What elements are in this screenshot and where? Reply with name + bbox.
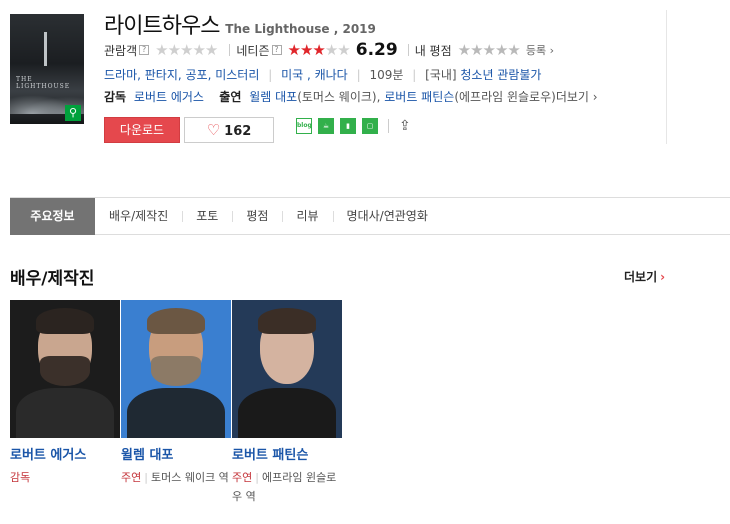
share-bar: blog ☕ ▮ ▢ ⇪ [296, 118, 411, 134]
help-icon[interactable]: ? [139, 45, 150, 55]
help-icon[interactable]: ? [271, 45, 282, 55]
title-row: 라이트하우스 The Lighthouse , 2019 [104, 8, 376, 40]
section-title: 배우/제작진 [10, 269, 95, 289]
person-photo[interactable] [10, 300, 120, 438]
photo-figure [258, 308, 316, 334]
person-name[interactable]: 윌렘 대포 [121, 444, 231, 463]
photo-figure [36, 308, 94, 334]
memo-icon[interactable]: ▢ [362, 118, 378, 134]
photo-figure [147, 308, 205, 334]
download-button[interactable]: 다운로드 [104, 117, 180, 143]
role-type: 감독 [10, 471, 31, 484]
register-rating-link[interactable]: 등록 › [526, 42, 554, 58]
divider: | [144, 471, 148, 484]
chevron-right-icon: › [660, 270, 666, 284]
audience-stars: ★★★★★ [155, 41, 218, 59]
section-more-label: 더보기 [624, 270, 658, 284]
director-link[interactable]: 로버트 에거스 [134, 90, 204, 104]
ratings-row: 관람객 ? ★★★★★ 네티즌 ? ★★★★★ 6.29 내 평점 ★★★★★ … [104, 40, 554, 60]
netizen-score: 6.29 [355, 40, 398, 60]
cast-role-1: (토머스 웨이크), [297, 90, 381, 104]
bookmark-icon[interactable]: ▮ [340, 118, 356, 134]
director-label: 감독 [104, 90, 127, 104]
audience-label: 관람객 [104, 43, 138, 58]
divider [388, 119, 389, 133]
tab-cast-crew[interactable]: 배우/제작진 [95, 198, 182, 235]
tab-ratings[interactable]: 평점 [232, 198, 282, 235]
blog-icon[interactable]: blog [296, 118, 312, 134]
netizen-stars: ★★★★★ [287, 41, 351, 59]
my-rating-stars[interactable]: ★★★★★ [458, 43, 521, 58]
photo-figure [238, 388, 336, 438]
divider: | [255, 471, 259, 484]
share-icon[interactable]: ⇪ [399, 118, 411, 134]
person-photo[interactable] [121, 300, 231, 438]
person-role: 주연 | 에프라임 윈슬로우 역 [232, 468, 342, 506]
divider: | [356, 68, 361, 82]
cast-link-2[interactable]: 로버트 패틴슨 [384, 90, 454, 104]
divider: | [412, 68, 417, 82]
like-button[interactable]: ♡ 162 [184, 117, 274, 143]
netizen-label: 네티즌 [236, 43, 270, 58]
person-photo[interactable] [232, 300, 342, 438]
tab-reviews[interactable]: 리뷰 [282, 198, 332, 235]
movie-title[interactable]: 라이트하우스 [104, 14, 220, 39]
role-type: 주연 [121, 471, 142, 484]
role-type: 주연 [232, 471, 253, 484]
cast-card[interactable]: 윌렘 대포 주연 | 토머스 웨이크 역 [121, 300, 231, 487]
person-name[interactable]: 로버트 패틴슨 [232, 444, 342, 463]
cast-label: 출연 [219, 90, 242, 104]
rating-prefix: [국내] [425, 68, 457, 82]
photo-figure [40, 356, 90, 386]
my-rating-label: 내 평점 [414, 43, 452, 58]
cast-role-2: (에프라임 윈슬로우) [454, 90, 556, 104]
cast-card[interactable]: 로버트 패틴슨 주연 | 에프라임 윈슬로우 역 [232, 300, 342, 506]
movie-subtitle: The Lighthouse , 2019 [225, 22, 376, 36]
photo-figure [127, 388, 225, 438]
tab-main-info[interactable]: 주요정보 [10, 198, 95, 235]
heart-icon: ♡ [206, 121, 221, 139]
lighthouse-graphic [44, 32, 47, 66]
person-role: 감독 [10, 468, 120, 487]
section-more-link[interactable]: 더보기 › [624, 268, 665, 285]
cafe-icon[interactable]: ☕ [318, 118, 334, 134]
runtime: 109분 [369, 68, 404, 82]
rating-grade-link[interactable]: 청소년 관람불가 [460, 68, 541, 82]
genres-link[interactable]: 드라마, 판타지, 공포, 미스터리 [104, 68, 259, 82]
person-name[interactable]: 로버트 에거스 [10, 444, 120, 463]
cast-link-1[interactable]: 윌렘 대포 [249, 90, 297, 104]
cast-card[interactable]: 로버트 에거스 감독 [10, 300, 120, 487]
character-name: 토머스 웨이크 역 [150, 471, 229, 484]
photo-figure [151, 356, 201, 386]
credits-more-link[interactable]: 더보기 › [556, 90, 598, 104]
tab-bar: 주요정보 배우/제작진 포토 평점 리뷰 명대사/연관영화 [10, 197, 730, 235]
divider: | [268, 68, 273, 82]
divider [229, 44, 231, 56]
info-row: 드라마, 판타지, 공포, 미스터리 | 미국 , 캐나다 | 109분 | [… [104, 66, 541, 83]
tab-quotes-related[interactable]: 명대사/연관영화 [332, 198, 442, 235]
person-role: 주연 | 토머스 웨이크 역 [121, 468, 231, 487]
search-icon[interactable]: ⚲ [65, 105, 81, 121]
country-link[interactable]: 미국 , 캐나다 [281, 68, 348, 82]
divider [666, 10, 667, 144]
movie-poster[interactable]: THE LIGHTHOUSE ⚲ [10, 14, 84, 124]
divider [407, 44, 409, 56]
like-count: 162 [224, 124, 252, 139]
photo-figure [16, 388, 114, 438]
credits-row: 감독 로버트 에거스 출연 윌렘 대포(토머스 웨이크), 로버트 패틴슨(에프… [104, 88, 598, 105]
poster-title-text: THE LIGHTHOUSE [16, 76, 71, 90]
tab-photo[interactable]: 포토 [182, 198, 232, 235]
